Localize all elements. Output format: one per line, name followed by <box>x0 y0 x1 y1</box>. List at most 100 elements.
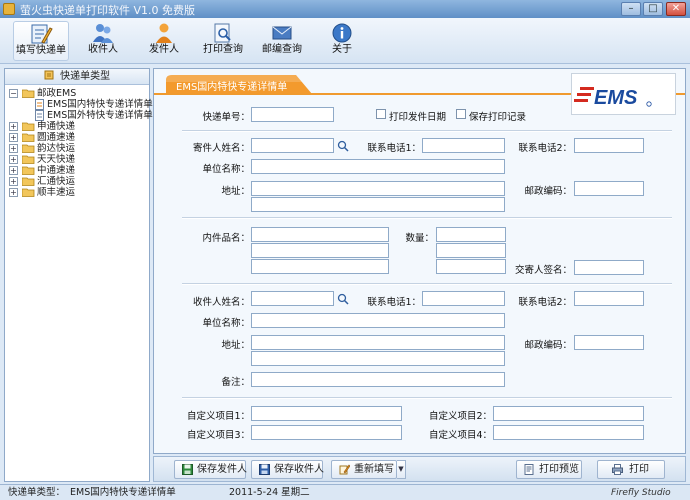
recipients-icon <box>93 24 113 43</box>
print-button[interactable]: 打印 <box>597 460 665 479</box>
printer-icon <box>612 464 623 475</box>
reset-form-button[interactable]: 重新填写 <box>331 460 397 479</box>
sidebar-panel: 快递单类型 − 邮政EMS EMS国内特快专递详情单 EMS国外特快专递详情单 … <box>4 68 153 482</box>
notes-input[interactable] <box>251 372 505 387</box>
sidebar-header-label: 快递单类型 <box>60 71 111 82</box>
minimize-button[interactable]: – <box>621 2 641 16</box>
edit-form-icon <box>31 24 53 44</box>
sender-company-label: 单位名称： <box>202 164 250 175</box>
save-print-record-checkbox[interactable] <box>456 109 466 119</box>
folder-icon <box>22 166 35 175</box>
recipient-address-line2-input[interactable] <box>251 351 505 366</box>
toolbar-recipients-button[interactable]: 收件人 <box>75 21 131 61</box>
maximize-button[interactable]: □ <box>643 2 663 16</box>
recipient-lookup-search-icon[interactable] <box>337 293 349 305</box>
recipient-postcode-input[interactable] <box>574 335 644 350</box>
courier-type-tree: − 邮政EMS EMS国内特快专递详情单 EMS国外特快专递详情单 + 申通快递… <box>5 85 153 198</box>
tree-node-huitong[interactable]: + 汇通快运 <box>5 176 149 187</box>
sender-address-line1-input[interactable] <box>251 181 505 196</box>
recipient-phone2-input[interactable] <box>574 291 644 306</box>
tree-expander-open[interactable]: − <box>9 89 18 98</box>
toolbar-about-button[interactable]: 关于 <box>314 21 370 61</box>
tree-node-tiantian[interactable]: + 天天快递 <box>5 154 149 165</box>
sender-postcode-input[interactable] <box>574 181 644 196</box>
recipient-address-label: 地址： <box>221 340 250 351</box>
close-button[interactable]: ✕ <box>666 2 686 16</box>
quantity-input-3[interactable] <box>436 259 506 274</box>
action-bar: 保存发件人 保存收件人 重新填写 ▼ 打印预览 打印 <box>153 456 686 482</box>
item-name-input-1[interactable] <box>251 227 389 242</box>
sender-address-line2-input[interactable] <box>251 197 505 212</box>
sender-lookup-search-icon[interactable] <box>337 140 349 152</box>
folder-icon <box>22 133 35 142</box>
recipient-name-input[interactable] <box>251 291 334 306</box>
custom-item3-input[interactable] <box>251 425 402 440</box>
print-send-date-checkbox[interactable] <box>376 109 386 119</box>
toolbar-fill-form-label: 填写快递单 <box>16 45 66 56</box>
item-name-input-3[interactable] <box>251 259 389 274</box>
recipient-address-line1-input[interactable] <box>251 335 505 350</box>
quantity-input-1[interactable] <box>436 227 506 242</box>
toolbar-postcode-query-button[interactable]: 邮编查询 <box>254 21 310 61</box>
sidebar-header: 快递单类型 <box>5 69 149 85</box>
recipient-phone1-input[interactable] <box>422 291 505 306</box>
tree-expander-closed[interactable]: + <box>9 144 18 153</box>
recipient-company-input[interactable] <box>251 313 505 328</box>
toolbar-print-query-button[interactable]: 打印查询 <box>195 21 251 61</box>
print-preview-button[interactable]: 打印预览 <box>516 460 582 479</box>
tree-expander-closed[interactable]: + <box>9 188 18 197</box>
tree-node-ems[interactable]: − 邮政EMS <box>5 88 149 99</box>
tree-node-zto[interactable]: + 中通速递 <box>5 165 149 176</box>
status-bar: 快递单类型： EMS国内特快专递详情单 2011-5-24 星期二 Firefl… <box>0 484 690 500</box>
status-type-value: EMS国内特快专递详情单 <box>70 487 176 498</box>
document-icon <box>35 99 44 110</box>
tree-node-sto[interactable]: + 申通快递 <box>5 121 149 132</box>
save-print-record-label: 保存打印记录 <box>469 112 527 123</box>
tree-node-sf[interactable]: + 顺丰速运 <box>5 187 149 198</box>
sender-phone2-input[interactable] <box>574 138 644 153</box>
custom-item2-input[interactable] <box>493 406 644 421</box>
tree-header-icon <box>44 70 54 80</box>
custom-item1-input[interactable] <box>251 406 402 421</box>
sender-address-label: 地址： <box>221 186 250 197</box>
tree-expander-closed[interactable]: + <box>9 122 18 131</box>
sender-phone1-input[interactable] <box>422 138 505 153</box>
toolbar-sender-button[interactable]: 发件人 <box>136 21 192 61</box>
recipient-company-label: 单位名称： <box>202 318 250 329</box>
tree-node-label: 中通速递 <box>37 165 76 176</box>
sender-signature-input[interactable] <box>574 260 644 275</box>
tree-node-ems-domestic[interactable]: EMS国内特快专递详情单 <box>5 99 153 110</box>
tree-expander-closed[interactable]: + <box>9 133 18 142</box>
save-icon <box>182 464 193 475</box>
ems-logo-text: EMS <box>594 87 638 109</box>
tracking-number-input[interactable] <box>251 107 334 122</box>
tree-node-label: 天天快递 <box>37 154 76 165</box>
notes-label: 备注： <box>221 377 250 388</box>
save-recipient-button[interactable]: 保存收件人 <box>251 460 324 479</box>
tree-node-yto[interactable]: + 圆通速递 <box>5 132 149 143</box>
form-tab-title[interactable]: EMS国内特快专递详情单 <box>176 78 287 93</box>
tree-node-yunda[interactable]: + 韵达快运 <box>5 143 149 154</box>
custom-item4-label: 自定义项目4： <box>428 430 492 441</box>
sender-company-input[interactable] <box>251 159 505 174</box>
save-sender-button[interactable]: 保存发件人 <box>174 460 247 479</box>
title-bar: 萤火虫快递单打印软件 V1.0 免费版 – □ ✕ <box>0 0 690 18</box>
folder-icon <box>22 188 35 197</box>
tree-expander-closed[interactable]: + <box>9 166 18 175</box>
tree-expander-closed[interactable]: + <box>9 155 18 164</box>
quantity-input-2[interactable] <box>436 243 506 258</box>
sender-name-input[interactable] <box>251 138 334 153</box>
tree-node-label: EMS国内特快专递详情单 <box>47 99 153 110</box>
reset-dropdown-arrow-icon[interactable]: ▼ <box>397 460 406 479</box>
custom-item4-input[interactable] <box>493 425 644 440</box>
tree-node-label: 圆通速递 <box>37 132 76 143</box>
tree-expander-closed[interactable]: + <box>9 177 18 186</box>
toolbar-fill-form-button[interactable]: 填写快递单 <box>13 21 69 61</box>
status-date: 2011-5-24 星期二 <box>229 487 310 498</box>
item-name-input-2[interactable] <box>251 243 389 258</box>
tree-node-label: EMS国外特快专递详情单 <box>47 110 153 121</box>
tree-node-label: 申通快递 <box>37 121 76 132</box>
tree-node-ems-international[interactable]: EMS国外特快专递详情单 <box>5 110 153 121</box>
print-send-date-label: 打印发件日期 <box>389 112 447 123</box>
about-icon <box>332 23 352 43</box>
